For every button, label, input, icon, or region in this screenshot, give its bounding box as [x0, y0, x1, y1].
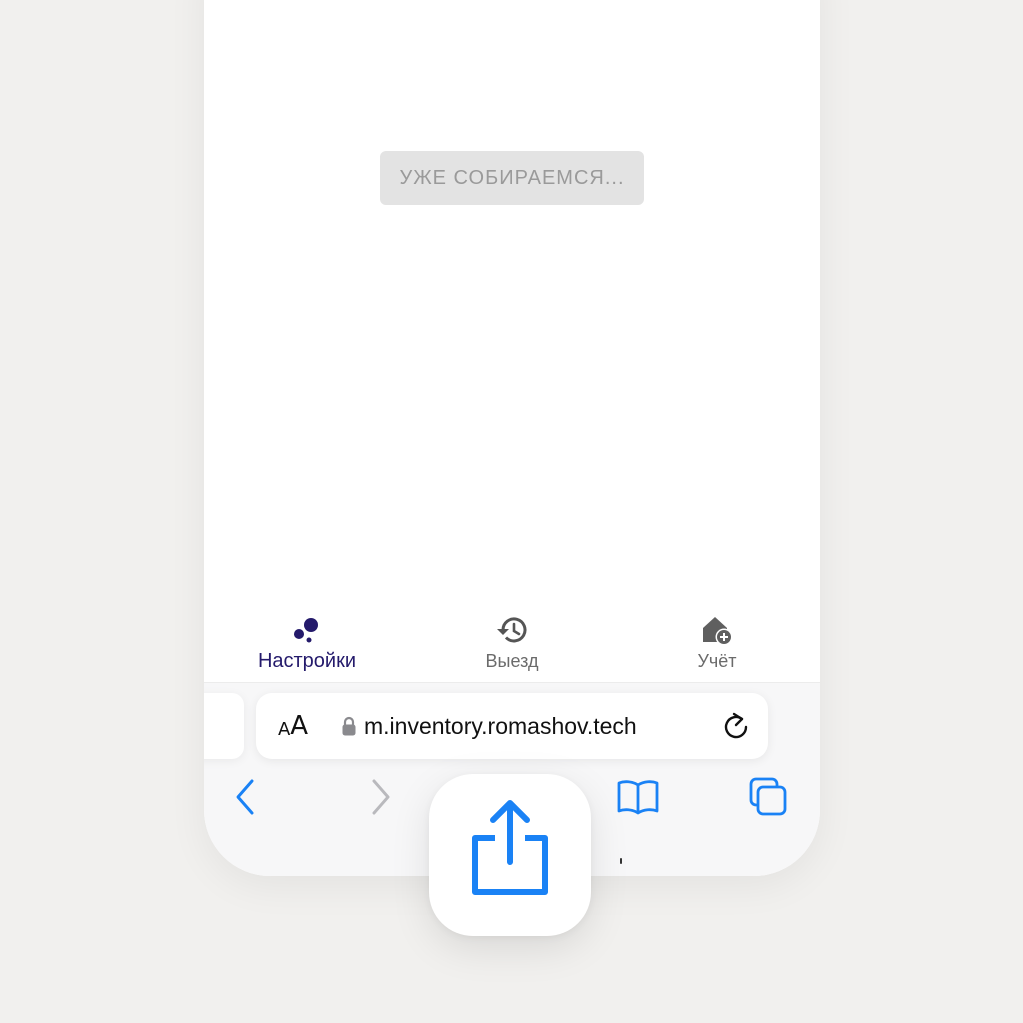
- bookmarks-icon[interactable]: [614, 773, 662, 821]
- phone-screen: УЖЕ СОБИРАЕМСЯ... Настройки Выезд Учёт A…: [204, 0, 820, 876]
- text-size-small-glyph: A: [277, 718, 291, 740]
- nav-label-settings: Настройки: [257, 650, 357, 672]
- share-button[interactable]: [429, 774, 591, 936]
- address-bar[interactable]: A A m.inventory.romashov.tech: [256, 693, 768, 759]
- stage: УЖЕ СОБИРАЕМСЯ... Настройки Выезд Учёт A…: [0, 0, 1023, 1023]
- share-icon: [472, 800, 548, 895]
- lock-icon: [342, 716, 356, 736]
- home-indicator: [620, 858, 622, 864]
- status-button[interactable]: УЖЕ СОБИРАЕМСЯ...: [380, 151, 644, 205]
- text-size-button[interactable]: A A: [270, 693, 316, 759]
- bottom-navigation: Настройки Выезд Учёт: [204, 605, 820, 682]
- nav-label-trip: Выезд: [485, 651, 539, 671]
- reload-icon[interactable]: [720, 710, 752, 742]
- back-icon[interactable]: [222, 773, 270, 821]
- url-text[interactable]: m.inventory.romashov.tech: [364, 693, 637, 759]
- forward-icon[interactable]: [356, 773, 404, 821]
- dots-icon: [294, 618, 318, 643]
- nav-item-trip[interactable]: Выезд: [432, 605, 592, 675]
- nav-item-accounting[interactable]: Учёт: [637, 605, 797, 675]
- previous-tab[interactable]: [204, 693, 244, 759]
- nav-label-accounting: Учёт: [697, 651, 737, 671]
- history-icon: [497, 617, 527, 643]
- text-size-large-glyph: A: [290, 711, 309, 741]
- app-content: УЖЕ СОБИРАЕМСЯ... Настройки Выезд Учёт: [204, 0, 820, 682]
- add-home-icon: [703, 617, 733, 646]
- nav-item-settings[interactable]: Настройки: [227, 605, 387, 675]
- tabs-icon[interactable]: [744, 773, 792, 821]
